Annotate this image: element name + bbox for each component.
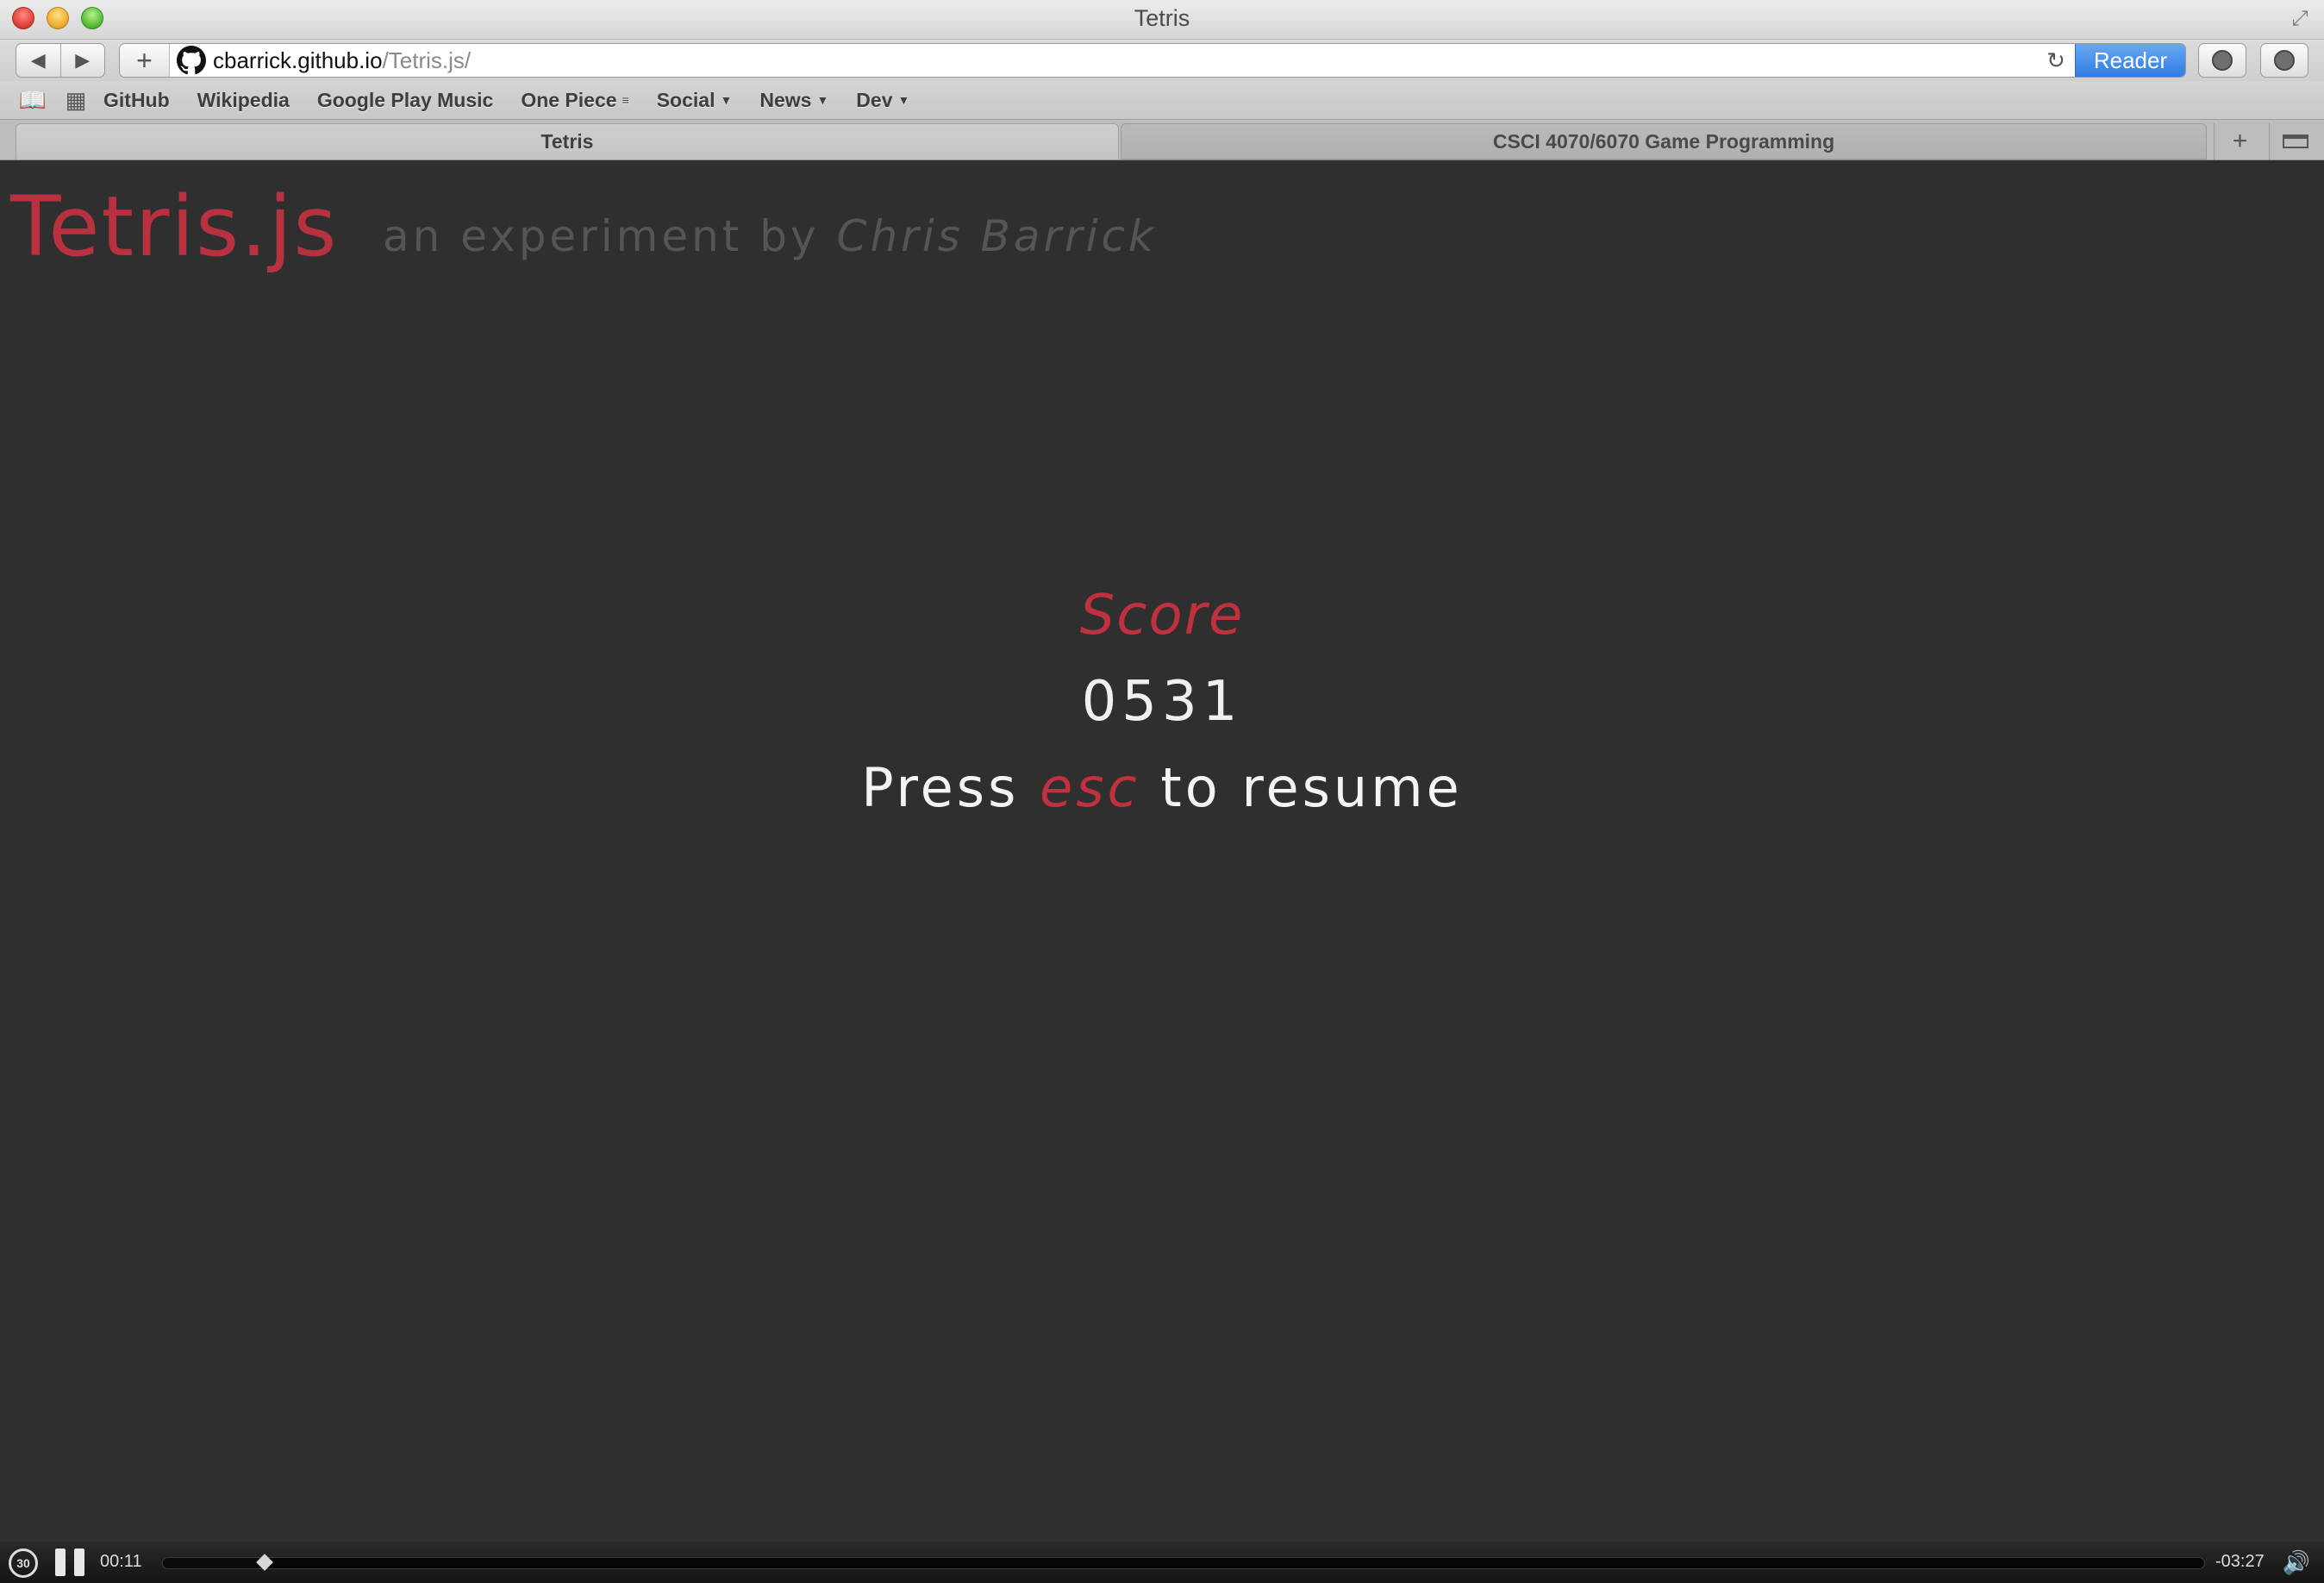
reload-icon[interactable]: ↻ (2037, 47, 2075, 74)
window-title: Tetris (1134, 5, 1190, 31)
plus-icon[interactable]: + (120, 44, 170, 77)
bookmark-label: News (759, 88, 812, 111)
bookmark-folder-one-piece[interactable]: One Piece ≡ (521, 89, 628, 112)
bookmark-label: Wikipedia (197, 88, 290, 111)
new-tab-plus-icon[interactable]: + (2214, 123, 2265, 160)
bookmark-label: Google Play Music (316, 88, 494, 111)
tab-bar: Tetris CSCI 4070/6070 Game Programming + (0, 119, 2324, 160)
progress-scrubber[interactable] (162, 1554, 2205, 1571)
bookmark-label: One Piece (521, 88, 617, 111)
downloads-button[interactable] (2260, 43, 2308, 78)
elapsed-time: 00:11 (100, 1552, 142, 1571)
remaining-time: -03:27 (2215, 1552, 2265, 1571)
pause-icon[interactable] (55, 1549, 84, 1576)
chevron-down-icon: ▼ (720, 92, 733, 107)
bookmark-label: Dev (856, 88, 893, 111)
top-sites-grid-icon[interactable]: ▦ (60, 87, 91, 113)
browser-toolbar: ◀ ▶ + cbarrick.github.io/Tetris.js/ ↻ Re… (0, 40, 2324, 81)
bookmark-label: GitHub (103, 88, 170, 111)
tab-csci-game-programming[interactable]: CSCI 4070/6070 Game Programming (1121, 123, 2207, 160)
web-page: Tetris.js an experiment by Chris Barrick… (0, 161, 2324, 1542)
bookmarks-bar: 📖 ▦ GitHub Wikipedia Google Play Music O… (0, 81, 2324, 119)
chevron-down-icon: ▼ (897, 92, 910, 107)
download-icon (2274, 50, 2295, 71)
url-host: cbarrick.github.io (213, 47, 383, 73)
bookmark-folder-social[interactable]: Social ▼ (657, 89, 733, 112)
bookmark-label: Social (656, 88, 715, 111)
bookmark-folder-news[interactable]: News ▼ (759, 89, 828, 112)
chevron-down-icon: ▼ (816, 92, 829, 107)
nav-button-group: ◀ ▶ (16, 43, 105, 78)
bookmark-folder-dev[interactable]: Dev ▼ (856, 89, 909, 112)
back-arrow-icon[interactable]: ◀ (16, 44, 60, 77)
media-controller: 30 00:11 -03:27 🔊 (0, 1542, 2324, 1583)
address-bar[interactable]: + cbarrick.github.io/Tetris.js/ ↻ Reader (119, 43, 2186, 78)
tab-tetris[interactable]: Tetris (16, 123, 1119, 160)
tab-overview-icon[interactable] (2269, 123, 2321, 160)
bookmark-github[interactable]: GitHub (103, 89, 170, 112)
resume-key: esc (1040, 756, 1140, 819)
url-text: cbarrick.github.io/Tetris.js/ (213, 47, 471, 74)
share-button[interactable] (2198, 43, 2246, 78)
reading-list-icon[interactable]: 📖 (17, 87, 48, 113)
resume-instruction: Press esc to resume (0, 756, 2324, 819)
site-logo: Tetris.js (10, 178, 339, 275)
hand-icon (2212, 50, 2233, 71)
resume-prefix: Press (861, 756, 1040, 819)
bookmark-wikipedia[interactable]: Wikipedia (197, 89, 290, 112)
site-subtitle: an experiment by Chris Barrick (383, 211, 1157, 261)
volume-icon[interactable]: 🔊 (2281, 1549, 2312, 1576)
bookmark-google-play-music[interactable]: Google Play Music (317, 89, 494, 112)
author-name: Chris Barrick (836, 211, 1157, 261)
reader-button[interactable]: Reader (2075, 44, 2185, 77)
forward-arrow-icon[interactable]: ▶ (59, 44, 105, 77)
folder-menu-icon: ≡ (622, 92, 629, 107)
progress-fill (163, 1558, 266, 1568)
score-label: Score (1079, 584, 1245, 648)
resume-suffix: to resume (1140, 756, 1463, 819)
score-value: 0531 (1081, 670, 1243, 734)
window-titlebar: Tetris ⤢ (0, 0, 2324, 40)
fullscreen-icon[interactable]: ⤢ (2288, 7, 2312, 31)
subtitle-prefix: an experiment by (383, 211, 837, 261)
github-icon (177, 46, 206, 75)
rewind-30-icon[interactable]: 30 (9, 1549, 38, 1578)
url-path: /Tetris.js/ (382, 47, 472, 73)
